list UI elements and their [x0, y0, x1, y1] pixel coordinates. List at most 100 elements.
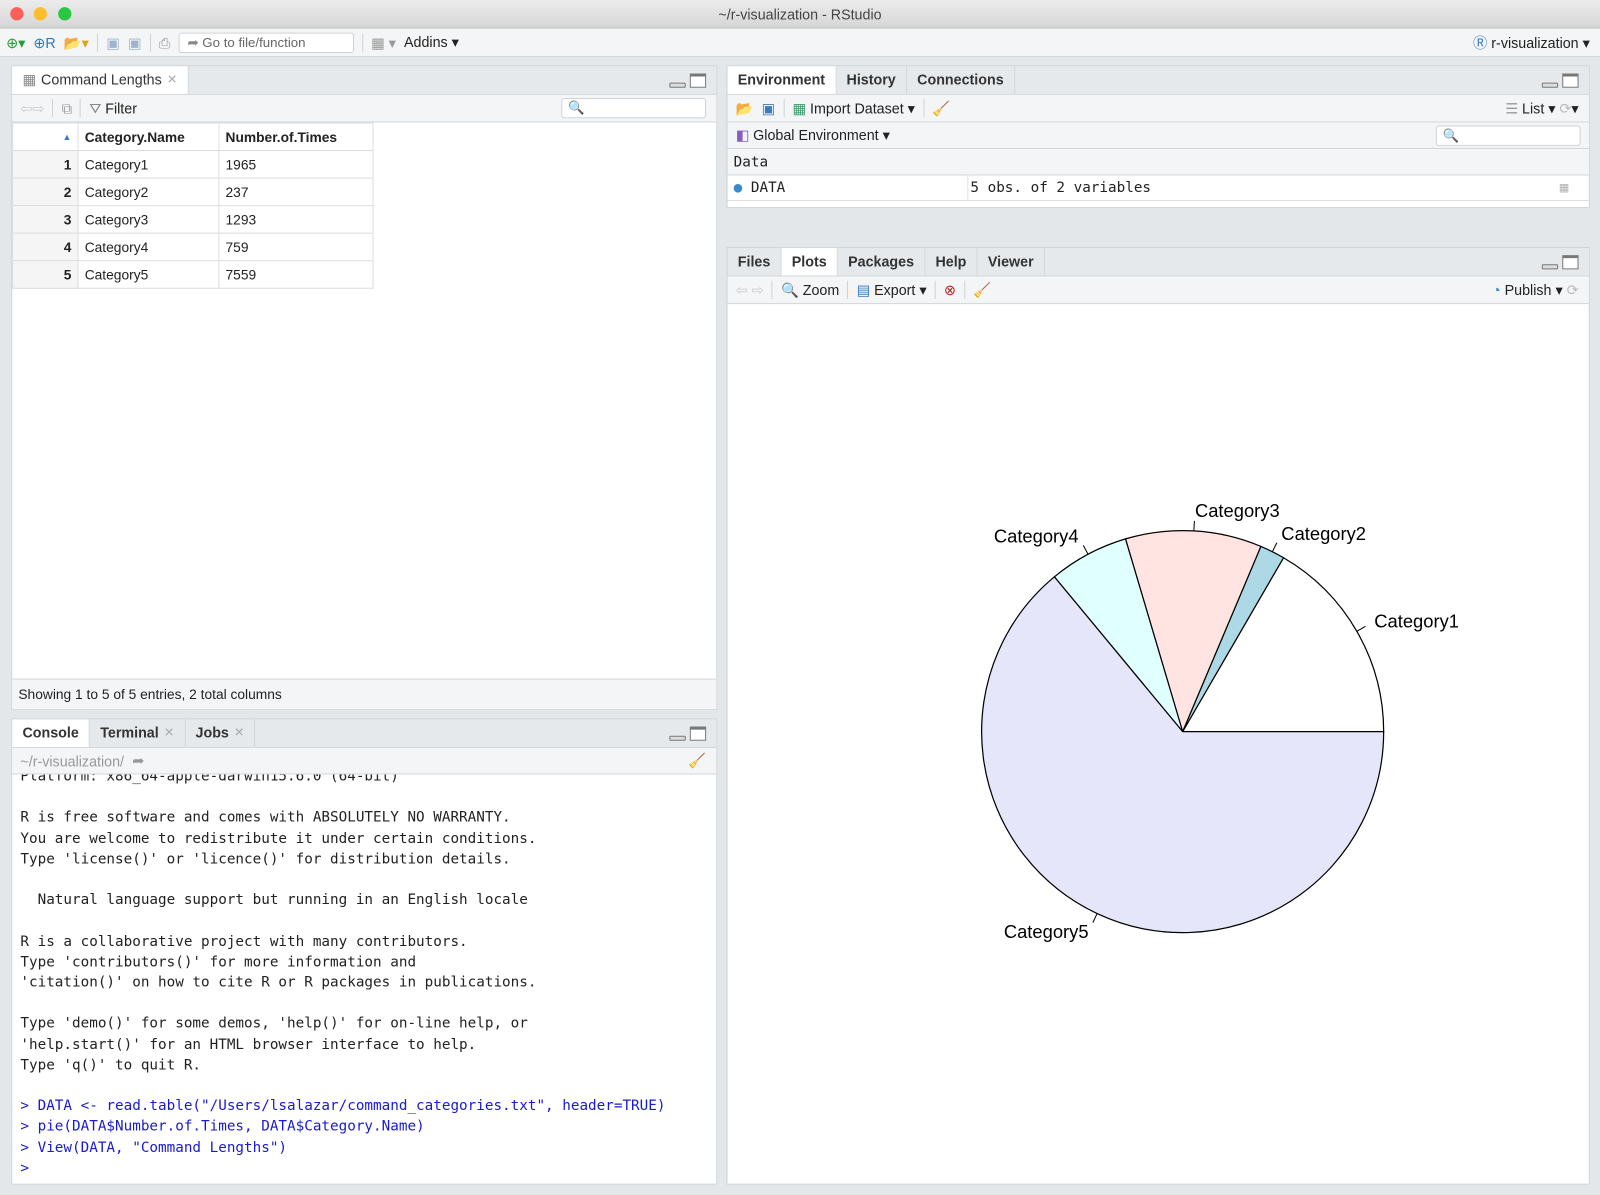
list-icon: ☰ [1505, 99, 1523, 116]
tab-label: Jobs [195, 724, 229, 741]
list-view-button[interactable]: ☰ List ▾ ⟳▾ [1505, 99, 1578, 116]
pie-label-tick [1082, 545, 1089, 555]
grid-layout-icon[interactable]: ▦ ▾ [371, 35, 396, 49]
table-row[interactable]: 4 Category4 759 [12, 232, 374, 262]
filter-button[interactable]: ⛛ Filter [89, 99, 137, 116]
close-window-button[interactable] [10, 7, 24, 21]
minimize-pane-button[interactable] [669, 735, 686, 741]
environment-search-input[interactable]: 🔍 [1435, 125, 1581, 146]
category-name-cell: Category4 [77, 232, 220, 262]
popout-icon[interactable]: ⧉ [62, 99, 72, 116]
go-to-placeholder: Go to file/function [202, 34, 306, 50]
environment-scope-menu[interactable]: ◧ Global Environment ▾ [736, 127, 890, 144]
console-line: Type 'demo()' for some demos, 'help()' f… [20, 1015, 528, 1033]
viewer-search-input[interactable]: 🔍 [561, 97, 707, 119]
load-workspace-icon[interactable]: 📂 [736, 99, 754, 116]
new-project-icon[interactable]: ⊕R [33, 35, 55, 49]
pie-label: Category1 [1374, 610, 1459, 631]
table-row[interactable]: 1 Category1 1965 [12, 149, 374, 179]
pie-label: Category4 [994, 526, 1079, 547]
clear-console-icon[interactable]: 🧹 [688, 752, 706, 769]
number-of-times-cell: 1965 [218, 149, 374, 179]
window-title: ~/r-visualization - RStudio [718, 6, 882, 23]
table-row[interactable]: 2 Category2 237 [12, 177, 374, 207]
project-menu[interactable]: Ⓡ r-visualization ▾ [1473, 32, 1590, 52]
tab-terminal[interactable]: Terminal ✕ [90, 719, 186, 747]
close-tab-icon[interactable]: ✕ [234, 719, 244, 747]
back-forward-icon[interactable]: ⇦⇨ [20, 99, 44, 116]
environment-row-data[interactable]: ● DATA 5 obs. of 2 variables ▦ [727, 175, 1589, 202]
go-to-directory-icon[interactable]: ➦ [132, 752, 144, 769]
data-section-header: Data [727, 148, 1589, 176]
console-pane: Console Terminal ✕ Jobs ✕ ~/r-visualizatio… [11, 718, 718, 1185]
row-index: 2 [12, 177, 79, 207]
table-icon: ▦ [22, 71, 36, 88]
minimize-window-button[interactable] [33, 7, 47, 21]
minimize-pane-button[interactable] [1541, 82, 1559, 88]
number-of-times-cell: 759 [218, 232, 374, 262]
tab-label: Terminal [100, 724, 159, 741]
column-header-number[interactable]: Number.of.Times [218, 122, 374, 152]
console-line: Type 'license()' or 'licence()' for dist… [20, 850, 511, 868]
open-file-icon[interactable]: 📂▾ [64, 35, 89, 49]
zoom-window-button[interactable] [58, 7, 72, 21]
category-name-cell: Category2 [77, 177, 220, 207]
refresh-icon[interactable]: ⟳ [1559, 99, 1571, 115]
console-line: Type 'contributors()' for more informati… [20, 953, 417, 971]
console-output[interactable]: Platform: x86_64-apple-darwin15.6.0 (64-… [12, 766, 716, 1178]
console-command: > View(DATA, "Command Lengths") [20, 1139, 288, 1156]
row-index-header[interactable]: ▲ [12, 122, 79, 152]
minimize-pane-button[interactable] [669, 82, 686, 88]
number-of-times-cell: 237 [218, 177, 374, 207]
r-project-icon: Ⓡ [1473, 34, 1492, 51]
import-dataset-button[interactable]: ▦ Import Dataset ▾ [793, 99, 915, 116]
row-index: 3 [12, 205, 79, 234]
console-line: Type 'q()' to quit R. [20, 1056, 202, 1074]
viewer-footer: Showing 1 to 5 of 5 entries, 2 total col… [12, 678, 717, 710]
save-workspace-icon[interactable]: ▣ [762, 99, 776, 116]
filter-label: Filter [105, 99, 137, 116]
project-name: r-visualization [1491, 34, 1579, 51]
plots-pane: Files Plots Packages Help Viewer ⇦ ⇨ 🔍 Zoom … [726, 246, 1590, 1185]
pie-label: Category5 [1004, 921, 1089, 942]
save-all-icon[interactable]: ▣ [128, 35, 142, 49]
pie-label-tick [1092, 913, 1098, 923]
console-line: R is a collaborative project with many c… [20, 933, 468, 950]
tab-environment[interactable]: Environment [727, 66, 837, 94]
scope-label: Global Environment [753, 126, 879, 143]
close-tab-icon[interactable]: ✕ [164, 719, 174, 747]
maximize-pane-button[interactable] [689, 73, 707, 88]
broom-icon[interactable]: 🧹 [932, 99, 950, 116]
new-file-icon[interactable]: ⊕▾ [6, 35, 25, 49]
maximize-pane-button[interactable] [1562, 73, 1579, 88]
table-row[interactable]: 5 Category5 7559 [12, 260, 374, 289]
addins-menu[interactable]: Addins ▾ [404, 34, 459, 51]
print-icon[interactable]: ⎙ [159, 35, 170, 49]
view-table-icon[interactable]: ▦ [1560, 176, 1569, 202]
tab-command-lengths[interactable]: ▦ Command Lengths ✕ [12, 66, 189, 94]
tab-connections[interactable]: Connections [907, 66, 1015, 94]
tab-jobs[interactable]: Jobs ✕ [185, 719, 256, 747]
console-line: You are welcome to redistribute it under… [20, 830, 537, 847]
maximize-pane-button[interactable] [689, 726, 707, 741]
column-label: Category.Name [84, 129, 185, 145]
save-icon[interactable]: ▣ [106, 35, 120, 49]
category-name-cell: Category5 [77, 260, 220, 289]
tab-history[interactable]: History [836, 66, 907, 94]
list-label: List [1522, 99, 1545, 116]
go-to-file-input[interactable]: ➦ Go to file/function [178, 32, 354, 53]
tab-label: Environment [737, 71, 826, 88]
pie-label-tick [1356, 625, 1366, 632]
environment-icon: ◧ [735, 126, 754, 143]
data-viewer-pane: ▦ Command Lengths ✕ ⇦⇨ ⧉ ⛛ Filter 🔍 ▲ Cate… [11, 65, 718, 711]
expand-icon[interactable]: ● [734, 180, 751, 196]
column-header-category[interactable]: Category.Name [77, 122, 220, 152]
import-label: Import Dataset [809, 99, 904, 116]
close-tab-icon[interactable]: ✕ [167, 66, 177, 94]
tab-console[interactable]: Console [12, 719, 91, 747]
main-toolbar: ⊕▾ ⊕R 📂▾ ▣ ▣ ⎙ ➦ Go to file/function ▦ ▾… [0, 28, 1600, 58]
row-index: 1 [12, 149, 79, 179]
table-row[interactable]: 3 Category3 1293 [12, 205, 374, 234]
